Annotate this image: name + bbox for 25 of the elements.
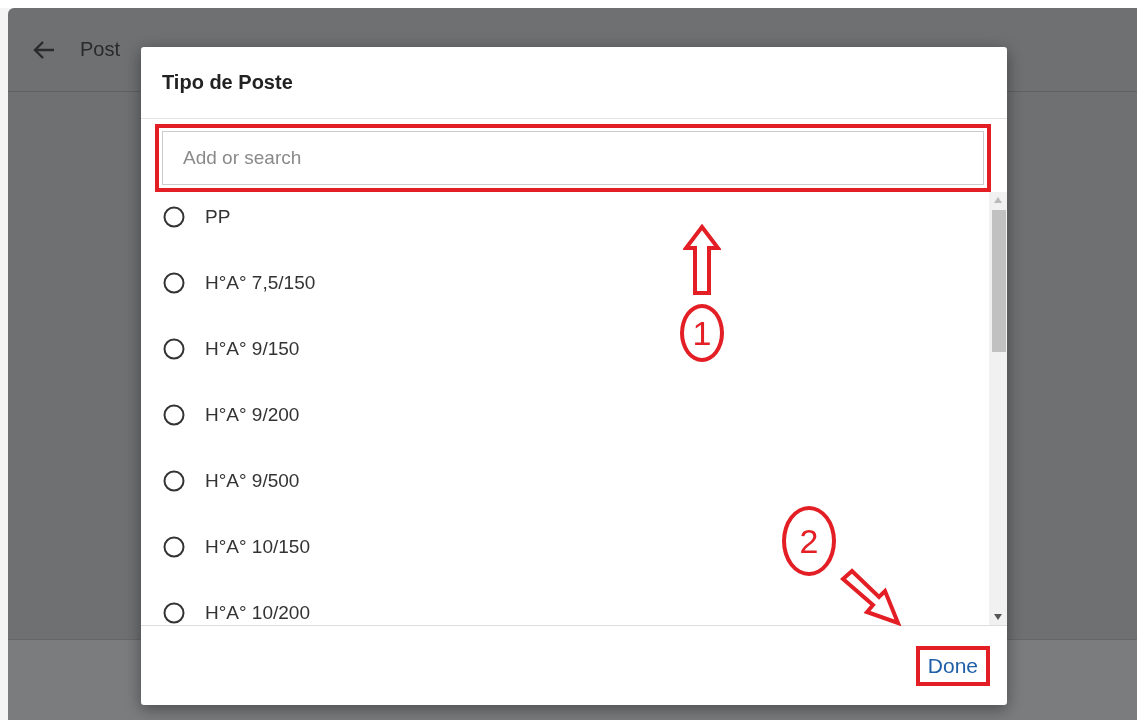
page-title: Post — [80, 38, 121, 61]
radio-button[interactable] — [163, 536, 185, 558]
option-label[interactable]: PP — [205, 206, 231, 228]
option-label[interactable]: H°A° 9/500 — [205, 470, 300, 492]
step-number: 2 — [782, 506, 836, 576]
radio-button[interactable] — [163, 206, 185, 228]
done-button[interactable]: Done — [919, 649, 986, 682]
step-number: 1 — [680, 304, 724, 362]
radio-button[interactable] — [163, 404, 185, 426]
option-label[interactable]: H°A° 9/200 — [205, 404, 300, 426]
radio-button[interactable] — [163, 272, 185, 294]
option-label[interactable]: H°A° 7,5/150 — [205, 272, 316, 294]
dialog-title: Tipo de Poste — [141, 47, 1007, 119]
option-label[interactable]: H°A° 9/150 — [205, 338, 300, 360]
option-label[interactable]: H°A° 10/200 — [205, 602, 310, 624]
option-label[interactable]: H°A° 10/150 — [205, 536, 310, 558]
diagonal-arrow-annotation — [840, 568, 902, 626]
back-arrow-icon[interactable] — [32, 39, 56, 60]
radio-button[interactable] — [163, 470, 185, 492]
radio-button[interactable] — [163, 338, 185, 360]
up-arrow-annotation — [683, 224, 721, 296]
scroll-down-arrow-icon[interactable] — [994, 614, 1002, 620]
search-field[interactable]: Add or search — [162, 131, 984, 185]
radio-button[interactable] — [163, 602, 185, 624]
scrollbar[interactable] — [989, 192, 1007, 625]
